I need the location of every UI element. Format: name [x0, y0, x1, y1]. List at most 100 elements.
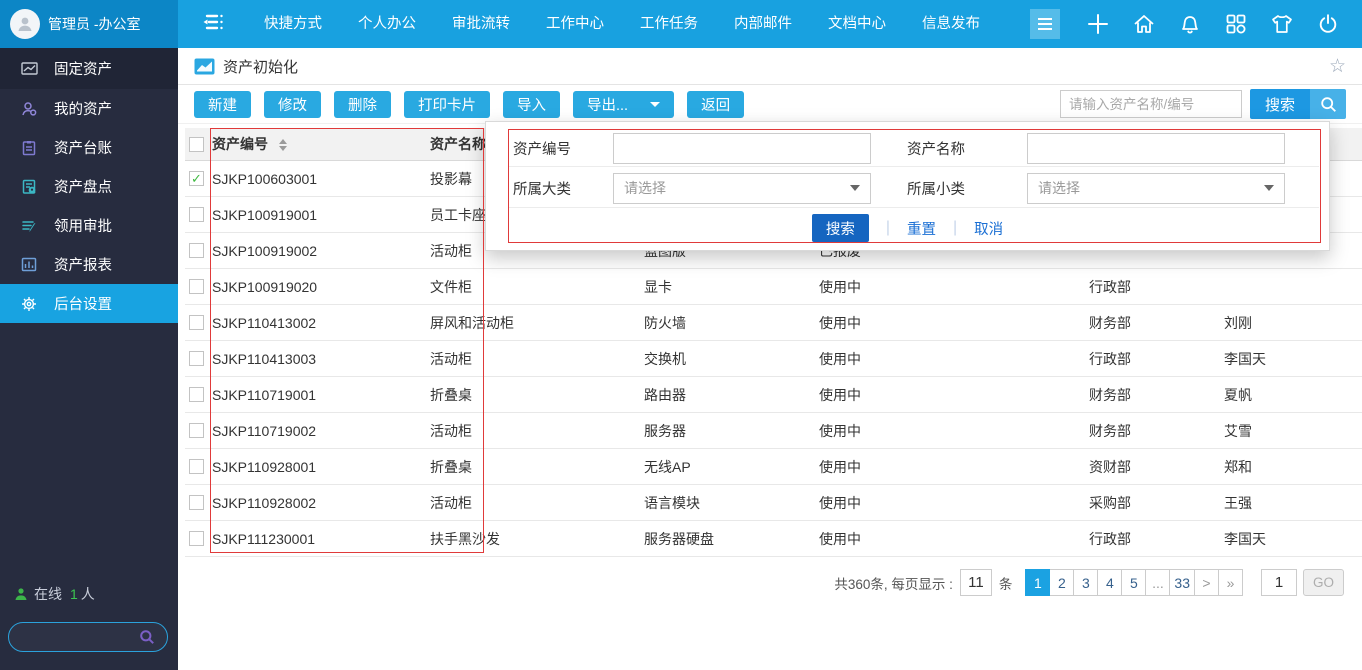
asset-code-input[interactable] [613, 133, 871, 164]
menu-item-work-center[interactable]: 工作中心 [528, 0, 622, 48]
menu-item-info-publish[interactable]: 信息发布 [904, 0, 998, 48]
sidebar-item-asset-inventory[interactable]: 资产盘点 [0, 167, 178, 206]
bell-icon[interactable] [1178, 12, 1202, 36]
last-page-icon[interactable]: » [1218, 569, 1243, 596]
power-icon[interactable] [1316, 12, 1340, 36]
import-button[interactable]: 导入 [503, 91, 560, 118]
page-number[interactable]: 3 [1073, 569, 1098, 596]
menu-item-approval-flow[interactable]: 审批流转 [434, 0, 528, 48]
quick-search-input[interactable] [1060, 90, 1242, 118]
sidebar-search-input[interactable] [8, 622, 168, 652]
popup-cancel-link[interactable]: 取消 [974, 218, 1003, 239]
theme-shirt-icon[interactable] [1270, 12, 1294, 36]
asset-dept-cell: 行政部 [1089, 277, 1224, 297]
asset-model-cell: 服务器 [644, 421, 819, 441]
online-count: 1 [70, 586, 78, 602]
edit-button[interactable]: 修改 [264, 91, 321, 118]
row-checkbox[interactable] [189, 459, 204, 474]
new-button[interactable]: 新建 [194, 91, 251, 118]
menu-item-work-tasks[interactable]: 工作任务 [622, 0, 716, 48]
asset-name-cell: 活动柜 [430, 349, 644, 369]
page-number-current[interactable]: 1 [1025, 569, 1050, 596]
major-category-select[interactable]: 请选择 [613, 173, 871, 204]
export-label: 导出... [587, 94, 628, 115]
favorite-star-icon[interactable]: ☆ [1329, 55, 1346, 78]
user-block[interactable]: 管理员 -办公室 [0, 0, 178, 48]
row-checkbox[interactable] [189, 207, 204, 222]
next-page-icon[interactable]: > [1194, 569, 1219, 596]
plus-icon[interactable] [1086, 12, 1110, 36]
sidebar-item-asset-reports[interactable]: 资产报表 [0, 245, 178, 284]
quick-search-button[interactable]: 搜索 [1250, 89, 1310, 119]
row-checkbox[interactable]: ✓ [189, 171, 204, 186]
table-row[interactable]: SJKP100919020 文件柜 显卡 使用中 行政部 [185, 269, 1362, 305]
print-card-button[interactable]: 打印卡片 [404, 91, 490, 118]
online-unit: 人 [81, 584, 95, 604]
popup-divider [508, 207, 1319, 208]
main-menu: 快捷方式 个人办公 审批流转 工作中心 工作任务 内部邮件 文档中心 信息发布 [246, 0, 998, 48]
header-asset-code[interactable]: 资产编号 [212, 134, 430, 154]
table-row[interactable]: SJKP110413002 屏风和活动柜 防火墙 使用中 财务部 刘刚 [185, 305, 1362, 341]
menu-item-document-center[interactable]: 文档中心 [810, 0, 904, 48]
go-button[interactable]: GO [1303, 569, 1344, 596]
page-size-input[interactable] [960, 569, 992, 596]
row-checkbox[interactable] [189, 279, 204, 294]
sidebar-item-backend-settings[interactable]: 后台设置 [0, 284, 178, 323]
row-checkbox[interactable] [189, 423, 204, 438]
page-number[interactable]: 5 [1121, 569, 1146, 596]
sidebar-item-fixed-assets[interactable]: 固定资产 [0, 48, 178, 89]
asset-status-cell: 使用中 [819, 457, 1089, 477]
sidebar-item-asset-ledger[interactable]: 资产台账 [0, 128, 178, 167]
export-dropdown-button[interactable]: 导出... [573, 91, 674, 118]
minor-category-select[interactable]: 请选择 [1027, 173, 1285, 204]
popup-actions: 搜索 | 重置 | 取消 [486, 214, 1329, 242]
apps-icon[interactable] [1224, 12, 1248, 36]
quick-search-area: 搜索 [1060, 89, 1362, 119]
popup-reset-link[interactable]: 重置 [907, 218, 936, 239]
sidebar-item-label: 我的资产 [54, 98, 112, 119]
asset-code-cell: SJKP110928001 [212, 459, 430, 475]
row-checkbox[interactable] [189, 387, 204, 402]
sidebar-item-requisition-approval[interactable]: 领用审批 [0, 206, 178, 245]
back-button[interactable]: 返回 [687, 91, 744, 118]
table-row[interactable]: SJKP110719002 活动柜 服务器 使用中 财务部 艾雪 [185, 413, 1362, 449]
menu-item-internal-mail[interactable]: 内部邮件 [716, 0, 810, 48]
page-number-last[interactable]: 33 [1169, 569, 1195, 596]
row-checkbox[interactable] [189, 531, 204, 546]
select-all-checkbox[interactable] [189, 137, 204, 152]
sidebar-item-label: 后台设置 [54, 293, 112, 314]
menu-item-personal-office[interactable]: 个人办公 [340, 0, 434, 48]
asset-dept-cell: 采购部 [1089, 493, 1224, 513]
asset-name-cell: 屏风和活动柜 [430, 313, 644, 333]
hamburger-icon[interactable] [1030, 9, 1060, 39]
asset-code-cell: SJKP100919020 [212, 279, 430, 295]
row-checkbox[interactable] [189, 351, 204, 366]
goto-page-input[interactable] [1261, 569, 1297, 596]
menu-item-shortcuts[interactable]: 快捷方式 [246, 0, 340, 48]
page-number[interactable]: 4 [1097, 569, 1122, 596]
separator: | [953, 219, 957, 237]
row-checkbox[interactable] [189, 243, 204, 258]
magnifier-button[interactable] [1310, 89, 1346, 119]
asset-model-cell: 语言模块 [644, 493, 819, 513]
popup-search-button[interactable]: 搜索 [812, 214, 869, 242]
table-row[interactable]: SJKP111230001 扶手黑沙发 服务器硬盘 使用中 行政部 李国天 [185, 521, 1362, 557]
requisition-approval-icon [20, 219, 38, 233]
asset-name-input[interactable] [1027, 133, 1285, 164]
delete-button[interactable]: 删除 [334, 91, 391, 118]
home-icon[interactable] [1132, 12, 1156, 36]
table-row[interactable]: SJKP110928001 折叠桌 无线AP 使用中 资财部 郑和 [185, 449, 1362, 485]
table-row[interactable]: SJKP110719001 折叠桌 路由器 使用中 财务部 夏帆 [185, 377, 1362, 413]
asset-inventory-icon [20, 179, 38, 195]
popup-row-2: 所属大类 请选择 所属小类 请选择 [513, 170, 1317, 206]
topbar-icons [1086, 12, 1362, 36]
asset-user-cell: 郑和 [1224, 457, 1362, 477]
row-checkbox[interactable] [189, 495, 204, 510]
page-number[interactable]: 2 [1049, 569, 1074, 596]
asset-model-cell: 服务器硬盘 [644, 529, 819, 549]
table-row[interactable]: SJKP110928002 活动柜 语言模块 使用中 采购部 王强 [185, 485, 1362, 521]
collapse-menu-icon[interactable] [200, 11, 226, 38]
sidebar-item-my-assets[interactable]: 我的资产 [0, 89, 178, 128]
table-row[interactable]: SJKP110413003 活动柜 交换机 使用中 行政部 李国天 [185, 341, 1362, 377]
row-checkbox[interactable] [189, 315, 204, 330]
